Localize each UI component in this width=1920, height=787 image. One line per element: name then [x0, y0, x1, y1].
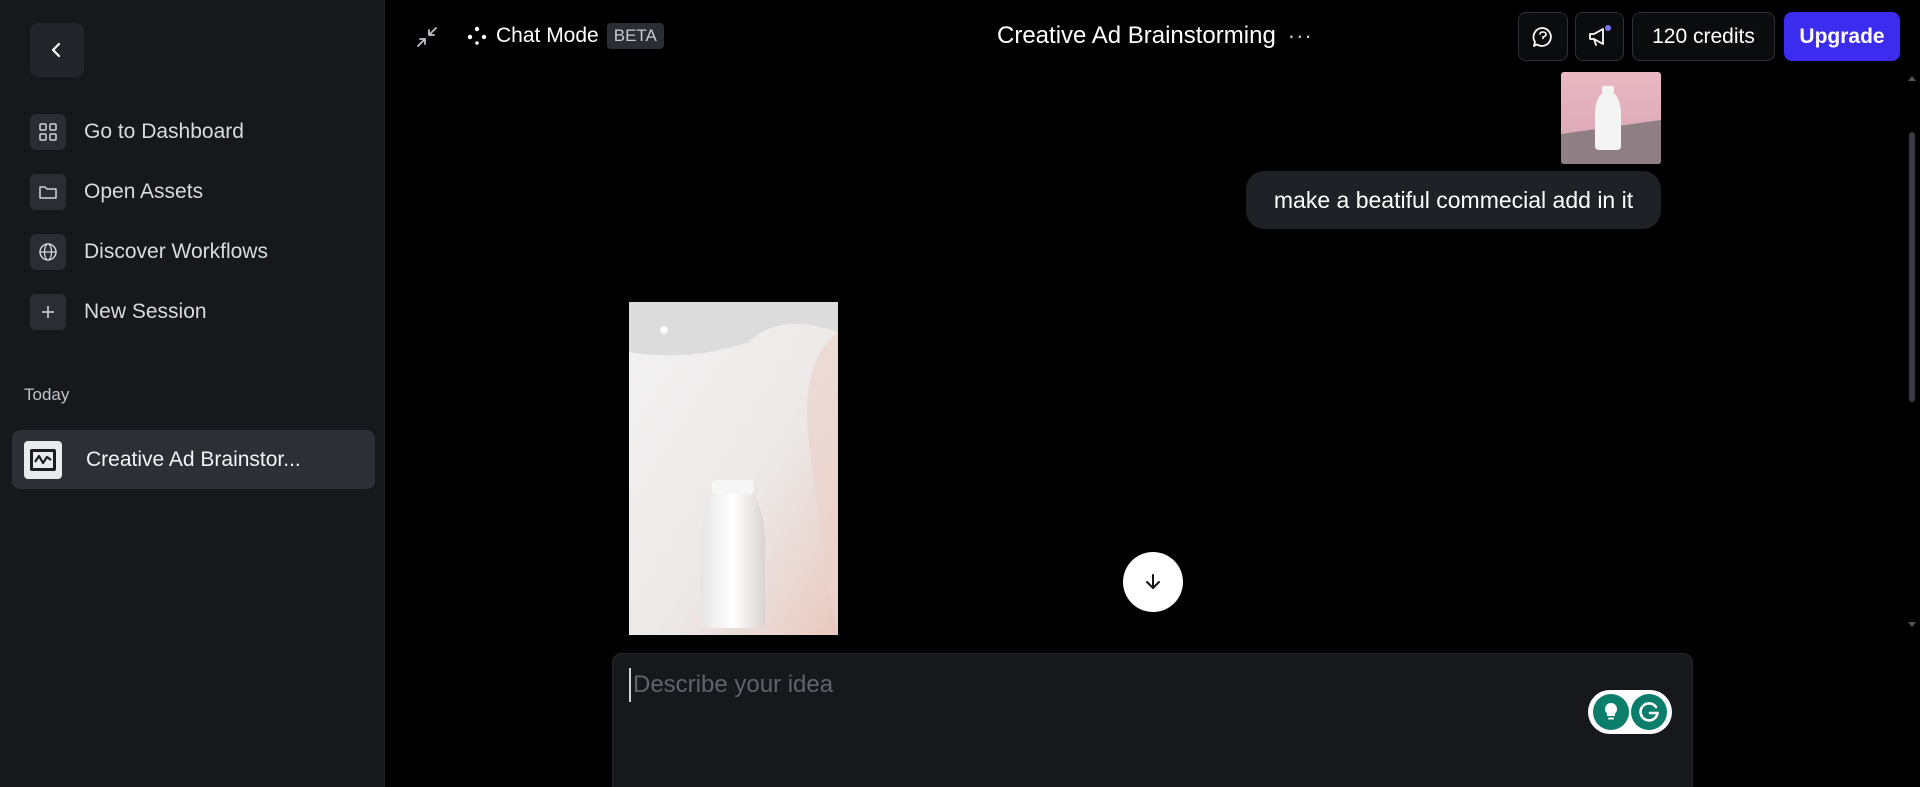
grid-icon — [30, 114, 66, 150]
grammarly-widget[interactable] — [1588, 690, 1672, 734]
attached-image-thumbnail[interactable] — [1561, 72, 1661, 164]
sidebar: Go to Dashboard Open Assets Discover Wor… — [0, 0, 385, 787]
beta-badge: BETA — [606, 23, 664, 49]
scroll-up-arrow[interactable] — [1908, 76, 1916, 81]
chat-mode-label: Chat Mode — [496, 24, 599, 47]
more-options-icon[interactable]: ··· — [1288, 23, 1313, 49]
session-title-group: Creative Ad Brainstorming ··· — [997, 20, 1313, 52]
chevron-left-icon — [51, 42, 61, 58]
generated-ad-image[interactable] — [629, 302, 838, 635]
chat-bubble-icon — [1532, 26, 1552, 47]
page-title: Creative Ad Brainstorming — [997, 22, 1276, 49]
arrow-down-icon — [1146, 574, 1160, 589]
app-root: Go to Dashboard Open Assets Discover Wor… — [0, 0, 1920, 787]
section-label-today: Today — [24, 385, 70, 404]
collapse-button[interactable] — [414, 24, 440, 50]
credits-label: 120 credits — [1652, 24, 1755, 48]
user-message-bubble: make a beatiful commecial add in it — [1246, 171, 1661, 229]
scroll-down-arrow[interactable] — [1908, 622, 1916, 627]
back-button[interactable] — [30, 23, 84, 77]
folder-icon — [30, 174, 66, 210]
collapse-arrows-icon — [417, 27, 437, 47]
sidebar-item-assets[interactable]: Open Assets — [30, 172, 203, 212]
sidebar-item-label: Discover Workflows — [84, 240, 268, 263]
user-message-text: make a beatiful commecial add in it — [1273, 186, 1634, 213]
session-item-active[interactable]: Creative Ad Brainstor... — [12, 430, 375, 489]
composer — [612, 653, 1693, 787]
megaphone-icon — [1588, 24, 1611, 46]
plus-icon — [30, 294, 66, 330]
session-label: Creative Ad Brainstor... — [86, 447, 301, 471]
sidebar-item-dashboard[interactable]: Go to Dashboard — [30, 112, 244, 152]
feedback-button[interactable] — [1518, 12, 1568, 61]
upgrade-button[interactable]: Upgrade — [1784, 12, 1900, 61]
announcements-button[interactable] — [1575, 12, 1624, 61]
credits-button[interactable]: 120 credits — [1632, 12, 1775, 61]
chat-scrollbar[interactable] — [1904, 72, 1920, 632]
session-chart-icon — [24, 440, 62, 479]
chat-mode-selector[interactable]: Chat Mode BETA — [466, 20, 664, 52]
sidebar-item-label: Go to Dashboard — [84, 120, 244, 143]
sidebar-item-workflows[interactable]: Discover Workflows — [30, 232, 268, 272]
scrollbar-thumb[interactable] — [1909, 132, 1915, 402]
grammarly-g-icon — [1631, 694, 1667, 730]
prompt-input[interactable] — [629, 668, 1529, 702]
sidebar-item-new-session[interactable]: New Session — [30, 292, 207, 332]
scroll-to-bottom-button[interactable] — [1123, 552, 1183, 612]
lightbulb-icon — [1593, 694, 1629, 730]
sidebar-item-label: Open Assets — [84, 180, 204, 203]
sparkle-dots-icon — [467, 26, 487, 45]
globe-icon — [30, 234, 66, 270]
sidebar-item-label: New Session — [84, 300, 207, 323]
